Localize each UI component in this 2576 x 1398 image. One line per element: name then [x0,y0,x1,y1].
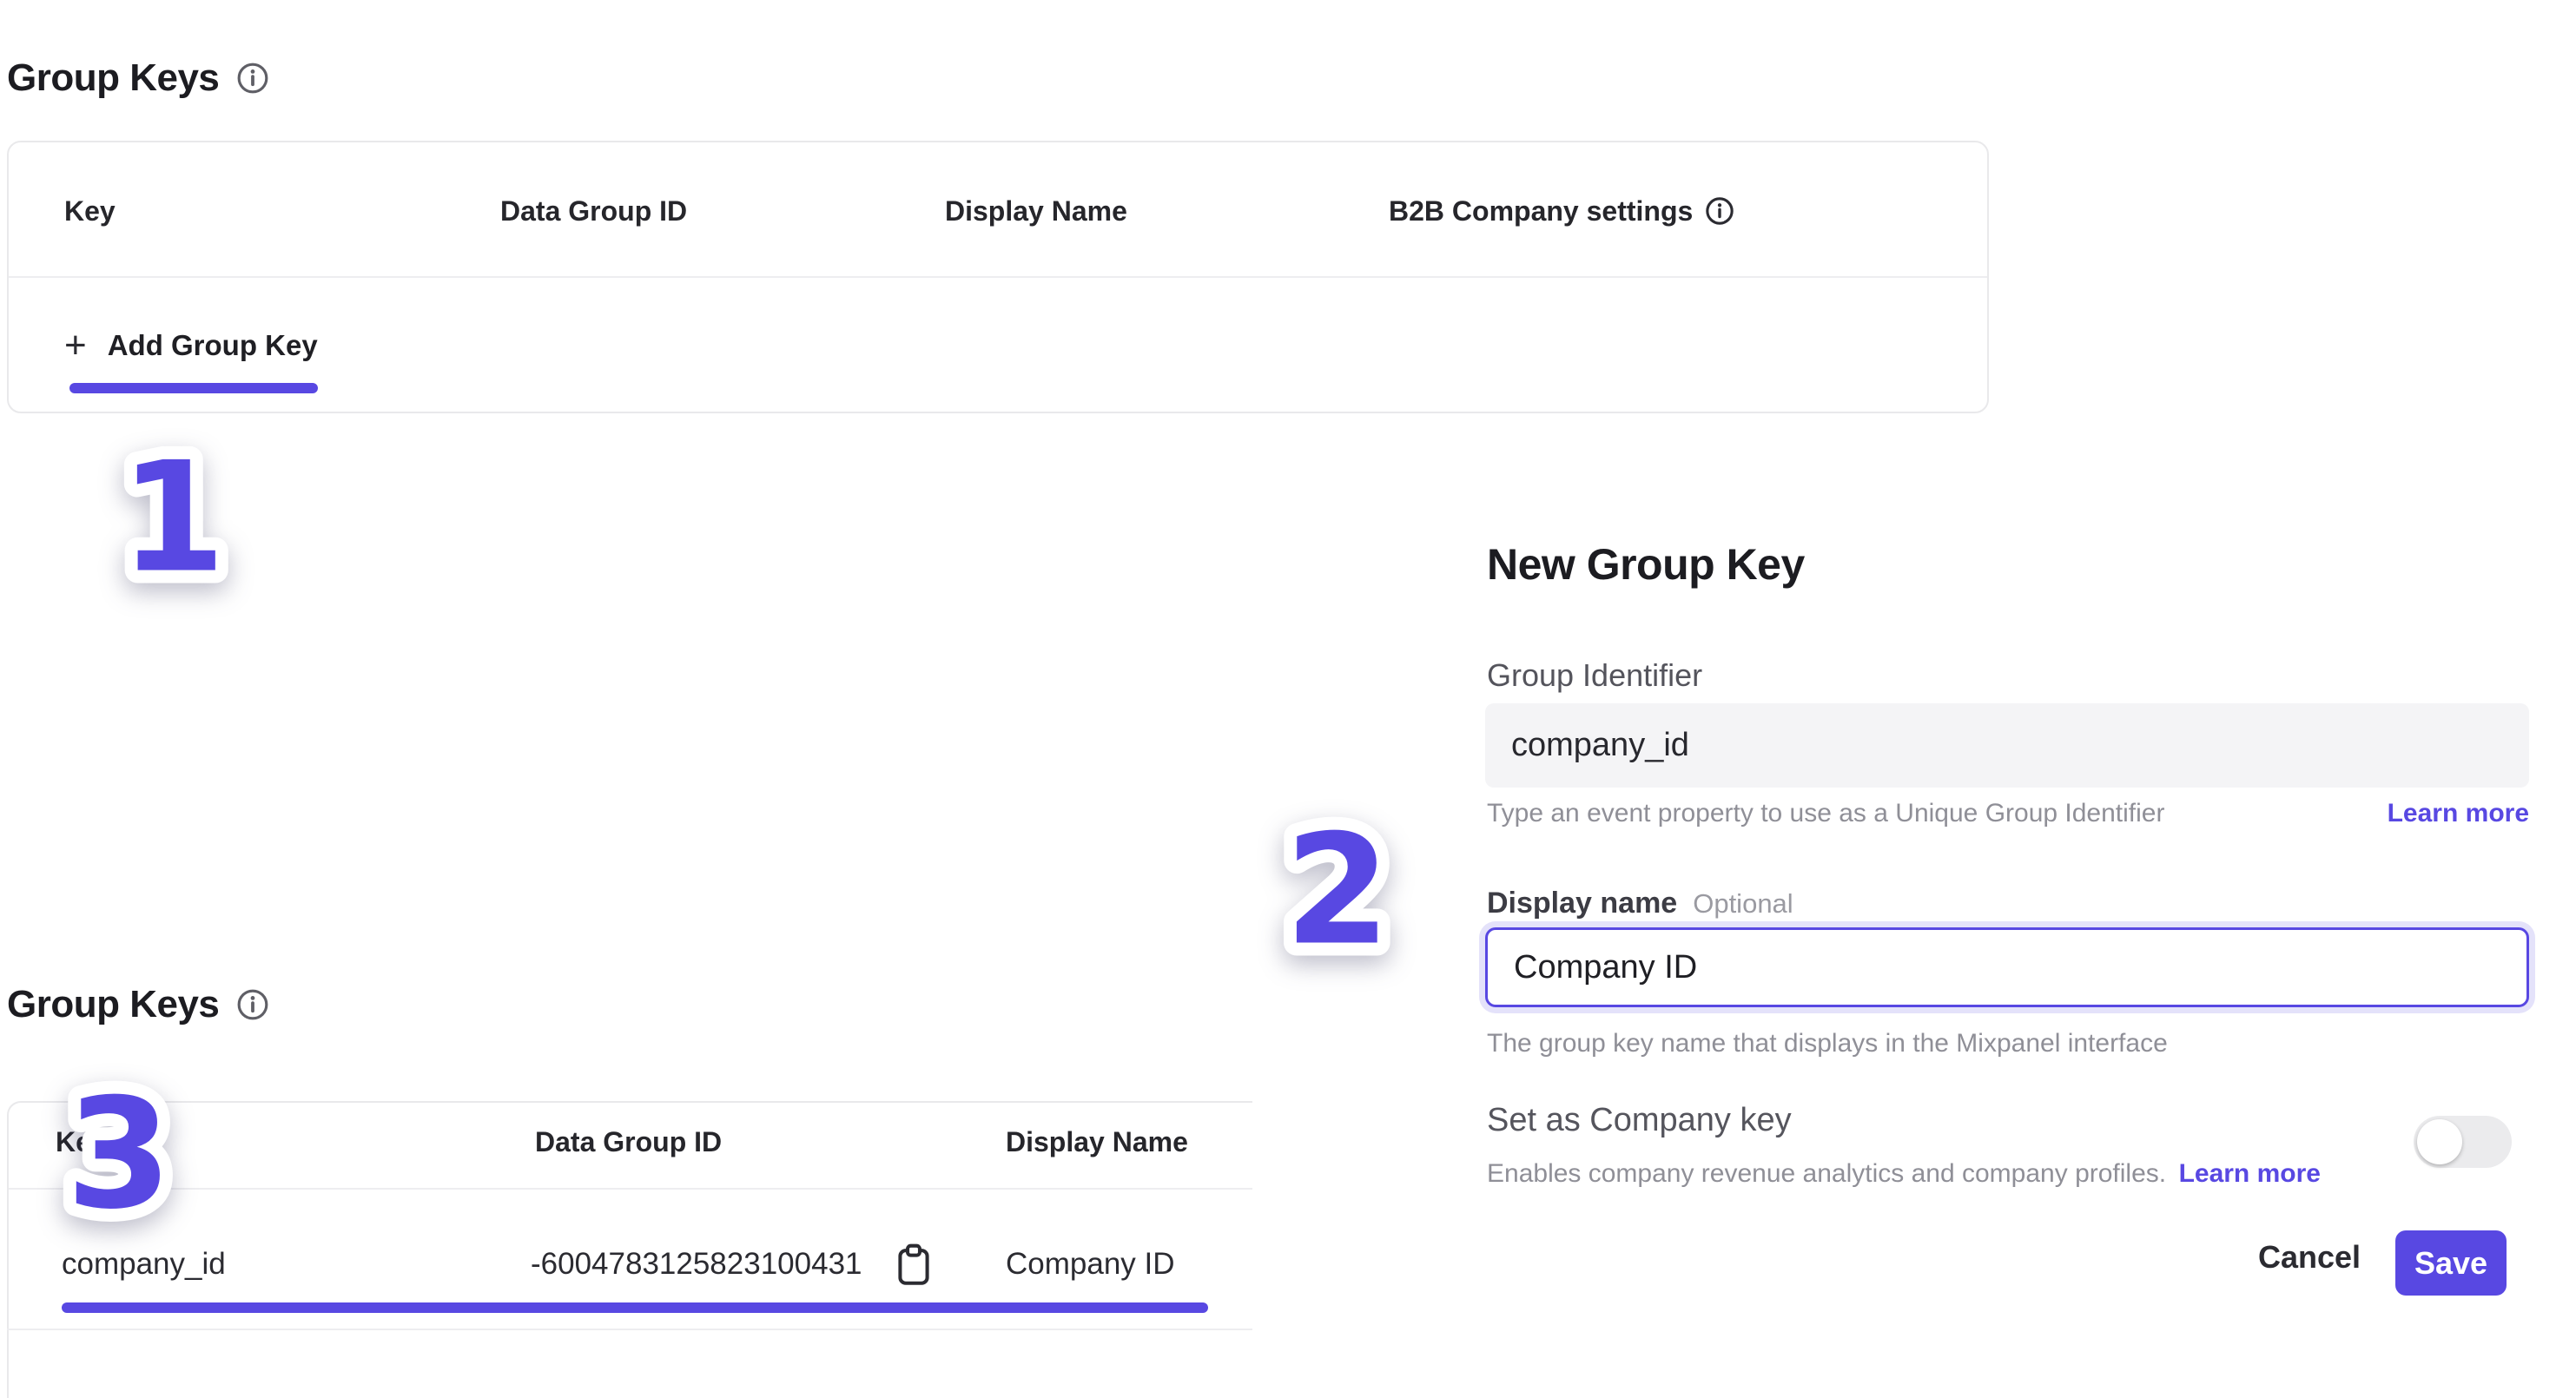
divider [9,1188,1252,1190]
column-header-key: Key [64,195,116,227]
divider [7,1329,1252,1330]
page-title: Group Keys [7,982,219,1027]
row-data-group-id-cell: -6004783125823100431 [531,1247,862,1282]
group-identifier-helper: Type an event property to use as a Uniqu… [1487,799,2164,828]
row-key-cell: company_id [62,1247,226,1282]
divider [9,276,1987,278]
column-header-data-group-id: Data Group ID [500,195,687,227]
add-group-key-button[interactable]: + Add Group Key [64,326,318,365]
bottom-section-header: Group Keys [7,982,269,1027]
learn-more-link[interactable]: Learn more [2388,799,2529,828]
save-button[interactable]: Save [2395,1230,2507,1296]
column-header-data-group-id: Data Group ID [535,1126,722,1157]
step-1-badge: 1 [103,432,242,605]
info-icon[interactable] [236,62,269,95]
group-identifier-helper-row: Type an event property to use as a Uniqu… [1487,799,2529,828]
learn-more-link[interactable]: Learn more [2179,1159,2321,1188]
page-title: Group Keys [7,56,219,101]
modal-title: New Group Key [1487,540,1805,589]
highlight-underline [69,383,318,393]
highlight-underline [62,1302,1208,1313]
company-key-helper: Enables company revenue analytics and co… [1487,1159,2166,1188]
display-name-label-row: Display name Optional [1487,886,1793,920]
info-icon[interactable] [1705,196,1734,226]
toggle-knob [2417,1119,2462,1164]
optional-tag: Optional [1693,888,1793,920]
step-2-badge: 2 [1268,804,1407,978]
copy-icon[interactable] [895,1243,933,1286]
svg-text:3: 3 [66,1067,172,1243]
group-identifier-label: Group Identifier [1487,658,1702,693]
column-header-display-name: Display Name [945,195,1127,227]
company-key-label: Set as Company key [1487,1102,1792,1138]
group-identifier-input[interactable] [1485,703,2529,788]
plus-icon: + [64,326,87,365]
company-key-toggle[interactable] [2414,1116,2512,1168]
row-display-name-cell: Company ID [1006,1247,1175,1282]
svg-text:1: 1 [120,431,226,607]
display-name-input[interactable] [1485,927,2529,1007]
column-header-b2b: B2B Company settings [1389,195,1734,227]
company-key-helper-row: Enables company revenue analytics and co… [1487,1159,2321,1189]
display-name-helper: The group key name that displays in the … [1487,1029,2168,1058]
step-3-badge: 3 [50,1068,188,1242]
cancel-button[interactable]: Cancel [2258,1239,2361,1276]
column-header-display-name: Display Name [1006,1126,1188,1157]
page: Group Keys Key Data Group ID Display Nam… [0,0,2576,1398]
top-section-header: Group Keys [7,56,269,101]
info-icon[interactable] [236,988,269,1021]
svg-text:2: 2 [1285,803,1390,979]
display-name-label: Display name [1487,886,1677,920]
